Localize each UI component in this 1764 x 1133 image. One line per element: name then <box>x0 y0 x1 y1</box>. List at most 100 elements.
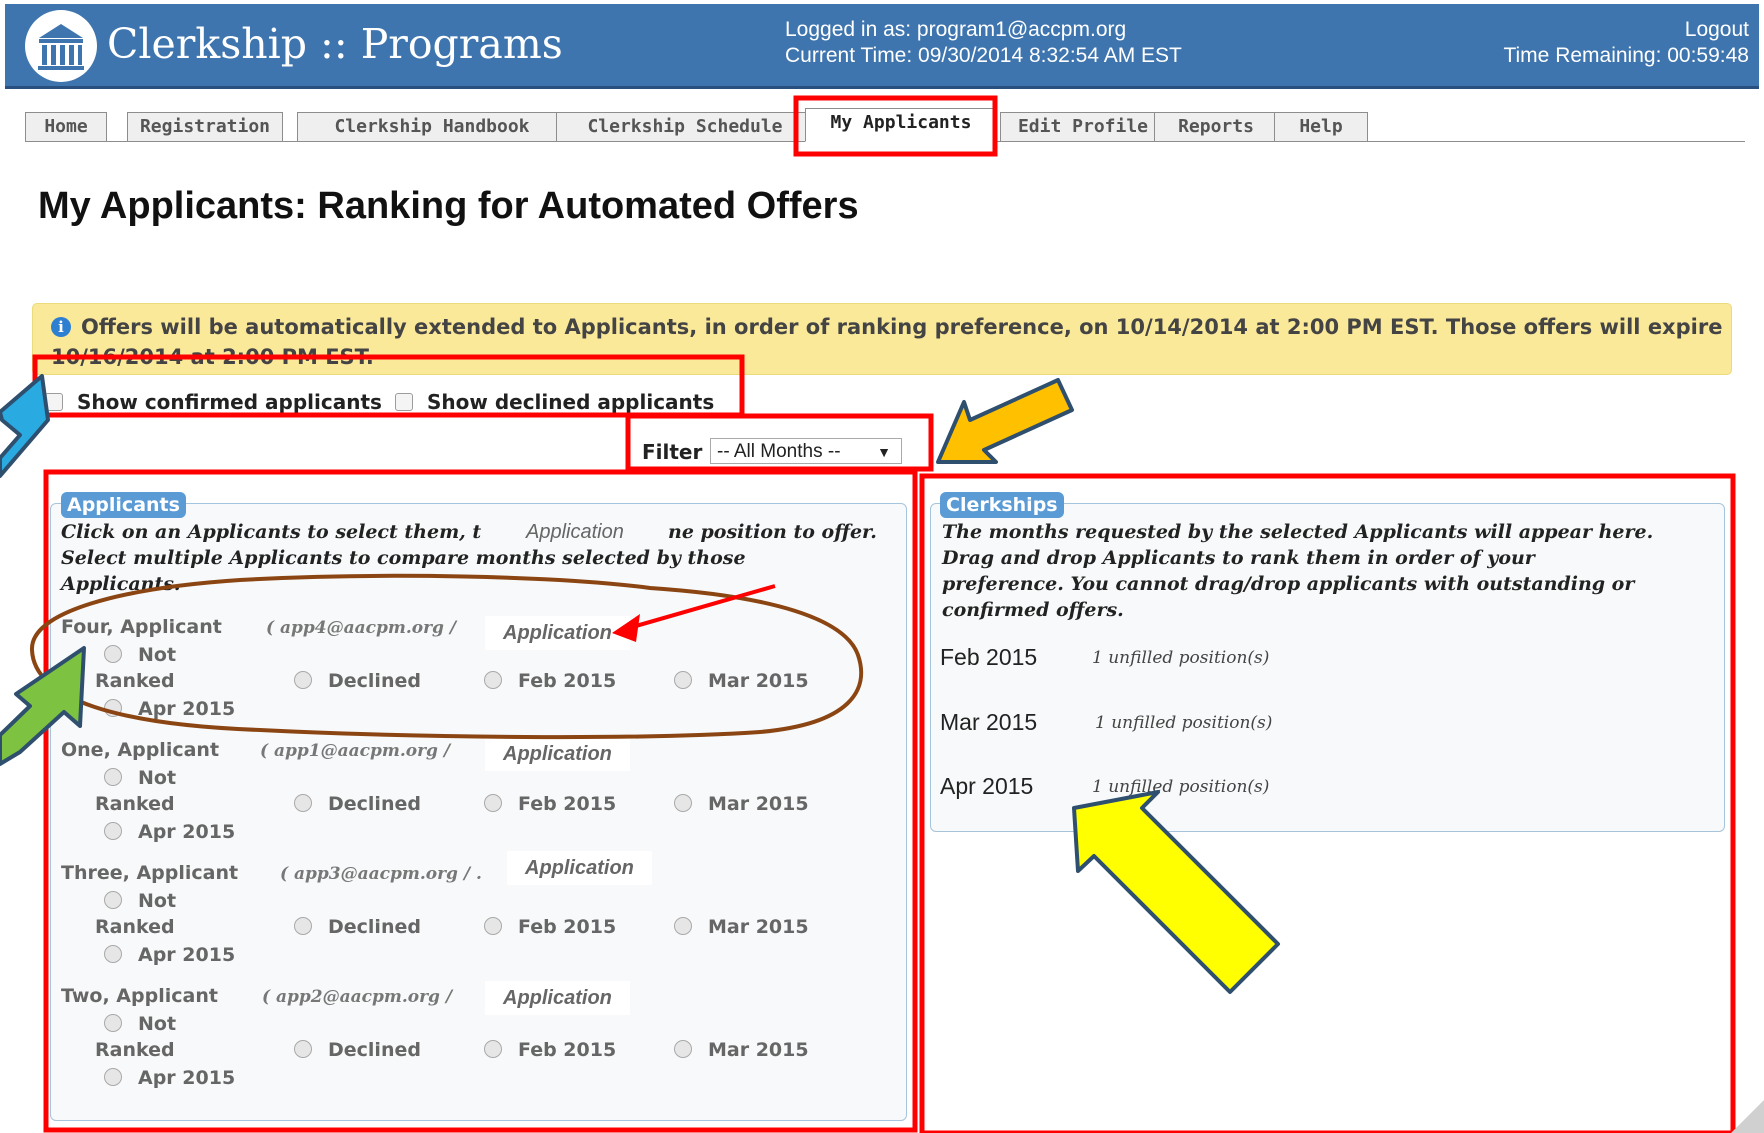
apr-2015-label: Apr 2015 <box>138 821 236 843</box>
apr-2015-label: Apr 2015 <box>138 944 236 966</box>
mar-2015-radio[interactable] <box>674 1040 692 1058</box>
not-ranked-label: Not <box>138 644 177 666</box>
applicants-instruction-line2: Select multiple Applicants to compare mo… <box>61 547 746 569</box>
orange-arrow-icon <box>936 378 1074 464</box>
mar-2015-label: Mar 2015 <box>708 916 809 938</box>
tab-help[interactable]: Help <box>1274 112 1368 142</box>
declined-label: Declined <box>328 670 421 692</box>
logout-link[interactable]: Logout <box>1685 18 1749 42</box>
feb-2015-label: Feb 2015 <box>518 916 617 938</box>
application-link[interactable]: Application <box>507 851 652 885</box>
not-ranked-radio[interactable] <box>104 891 122 909</box>
blue-arrow-icon <box>0 374 50 478</box>
declined-label: Declined <box>328 793 421 815</box>
declined-label: Declined <box>328 1039 421 1061</box>
not-ranked-label-2: Ranked <box>95 670 175 692</box>
apr-2015-label: Apr 2015 <box>138 1067 236 1089</box>
mar-2015-radio[interactable] <box>674 917 692 935</box>
clerkship-month: Mar 2015 <box>940 709 1038 735</box>
applicant-name[interactable]: Two, Applicant <box>61 985 218 1007</box>
apr-2015-label: Apr 2015 <box>138 698 236 720</box>
not-ranked-label: Not <box>138 890 177 912</box>
info-icon: i <box>51 317 71 337</box>
application-link[interactable]: Application <box>485 737 630 771</box>
apr-2015-radio[interactable] <box>104 1068 122 1086</box>
dropdown-caret-icon: ▼ <box>877 444 891 460</box>
tab-registration[interactable]: Registration <box>127 112 283 142</box>
mar-2015-radio[interactable] <box>674 794 692 812</box>
unfilled-positions: 1 unfilled position(s) <box>1092 648 1270 668</box>
show-declined-checkbox[interactable] <box>395 393 413 411</box>
not-ranked-radio[interactable] <box>104 768 122 786</box>
declined-radio[interactable] <box>294 794 312 812</box>
applicant-email: ( app2@aacpm.org / <box>262 987 453 1007</box>
applicant-email: ( app1@aacpm.org / <box>260 741 451 761</box>
tab-reports[interactable]: Reports <box>1154 112 1278 142</box>
mar-2015-radio[interactable] <box>674 671 692 689</box>
notice-body: i Offers will be automatically extended t… <box>51 312 1731 372</box>
feb-2015-radio[interactable] <box>484 917 502 935</box>
mar-2015-label: Mar 2015 <box>708 670 809 692</box>
application-link[interactable]: Application <box>485 981 630 1015</box>
declined-radio[interactable] <box>294 917 312 935</box>
show-declined-label: Show declined applicants <box>427 390 715 414</box>
columns-logo-icon <box>38 24 84 70</box>
auto-offer-notice: i Offers will be automatically extended t… <box>32 303 1732 375</box>
clerkship-month: Apr 2015 <box>940 773 1034 799</box>
tab-my-applicants[interactable]: My Applicants <box>805 108 997 142</box>
feb-2015-label: Feb 2015 <box>518 1039 617 1061</box>
declined-label: Declined <box>328 916 421 938</box>
app-header: Clerkship :: Programs Logged in as: prog… <box>5 4 1759 89</box>
not-ranked-radio[interactable] <box>104 1014 122 1032</box>
declined-radio[interactable] <box>294 671 312 689</box>
month-filter-select[interactable]: -- All Months -- ▼ <box>710 438 902 464</box>
applicant-name[interactable]: Four, Applicant <box>61 616 222 638</box>
notice-text: Offers will be automatically extended to… <box>51 315 1723 369</box>
feb-2015-radio[interactable] <box>484 1040 502 1058</box>
applicants-instruction-line1: Click on an Applicants to select them, t <box>61 521 482 543</box>
apr-2015-radio[interactable] <box>104 945 122 963</box>
not-ranked-label: Not <box>138 1013 177 1035</box>
show-confirmed-checkbox[interactable] <box>45 393 63 411</box>
clerkships-instruction-line: The months requested by the selected App… <box>942 521 1654 543</box>
logged-in-text: Logged in as: program1@accpm.org <box>785 18 1127 41</box>
clerkships-instruction-line: confirmed offers. <box>942 599 1124 621</box>
show-declined-option[interactable]: Show declined applicants <box>395 390 714 414</box>
tab-home[interactable]: Home <box>25 112 107 142</box>
clerkship-month: Feb 2015 <box>940 644 1038 670</box>
time-remaining-text: Time Remaining: 00:59:48 <box>1503 44 1749 67</box>
apr-2015-radio[interactable] <box>104 822 122 840</box>
filter-selected-value: -- All Months -- <box>717 441 841 462</box>
not-ranked-label-2: Ranked <box>95 916 175 938</box>
show-confirmed-label: Show confirmed applicants <box>77 390 382 414</box>
mar-2015-label: Mar 2015 <box>708 1039 809 1061</box>
applicant-name[interactable]: One, Applicant <box>61 739 219 761</box>
show-confirmed-option[interactable]: Show confirmed applicants <box>45 390 382 414</box>
unfilled-positions: 1 unfilled position(s) <box>1092 777 1270 797</box>
unfilled-positions: 1 unfilled position(s) <box>1095 713 1273 733</box>
filter-label: Filter <box>642 440 703 464</box>
application-link[interactable]: Application <box>485 616 630 650</box>
applicant-name[interactable]: Three, Applicant <box>61 862 238 884</box>
application-tooltip: Application <box>508 515 642 549</box>
feb-2015-label: Feb 2015 <box>518 793 617 815</box>
feb-2015-radio[interactable] <box>484 671 502 689</box>
clerkships-instruction-line: preference. You cannot drag/drop applica… <box>942 573 1635 595</box>
apr-2015-radio[interactable] <box>104 699 122 717</box>
feb-2015-radio[interactable] <box>484 794 502 812</box>
tab-clerkship-handbook[interactable]: Clerkship Handbook <box>297 112 567 142</box>
not-ranked-label: Not <box>138 767 177 789</box>
applicant-email: ( app4@aacpm.org / <box>266 618 457 638</box>
current-time-text: Current Time: 09/30/2014 8:32:54 AM EST <box>785 44 1182 67</box>
clerkships-instruction-line: Drag and drop Applicants to rank them in… <box>942 547 1535 569</box>
applicants-legend: Applicants <box>61 492 186 518</box>
tab-clerkship-schedule[interactable]: Clerkship Schedule <box>556 112 814 142</box>
not-ranked-label-2: Ranked <box>95 1039 175 1061</box>
applicants-instruction-line1-end: ne position to offer. <box>668 521 877 543</box>
tab-edit-profile[interactable]: Edit Profile <box>1000 112 1166 142</box>
declined-radio[interactable] <box>294 1040 312 1058</box>
applicant-email: ( app3@aacpm.org / . <box>280 864 482 884</box>
not-ranked-radio[interactable] <box>104 645 122 663</box>
page-title: My Applicants: Ranking for Automated Off… <box>38 185 859 227</box>
applicants-instruction-line3: Applicants. <box>61 573 181 595</box>
